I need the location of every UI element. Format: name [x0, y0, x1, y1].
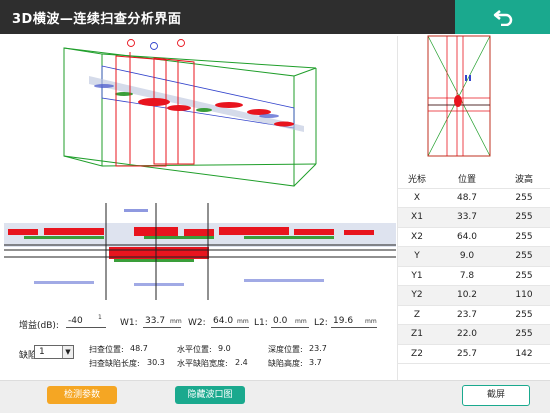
w1-value: 33.7: [145, 316, 166, 326]
cell: Y1: [411, 270, 423, 281]
w2-unit: mm: [237, 318, 249, 325]
cell: 255: [515, 231, 533, 242]
cell: X: [413, 192, 421, 203]
cell: 255: [515, 192, 533, 203]
cell: 255: [515, 329, 533, 340]
cell: 255: [515, 309, 533, 320]
cell: 255: [515, 251, 533, 262]
cell: 25.7: [456, 348, 478, 359]
table-row: Z1 22.0 255: [398, 325, 550, 345]
table-row: X2 64.0 255: [398, 228, 550, 247]
l2-label: L2:: [314, 318, 328, 328]
table-header: 光标 位置 波高: [398, 169, 550, 189]
params-button[interactable]: 检测参数: [47, 386, 117, 404]
table-row: X 48.7 255: [398, 189, 550, 208]
l1-label: L1:: [254, 318, 268, 328]
b-scan-view[interactable]: [4, 203, 396, 300]
cell: 142: [515, 348, 533, 359]
cell: Y: [414, 251, 420, 262]
cell: Z2: [411, 348, 423, 359]
screenshot-button[interactable]: 截屏: [462, 385, 530, 406]
l2-unit: mm: [365, 318, 377, 325]
depth-label: 深度位置:: [268, 345, 303, 354]
header-position: 位置: [457, 174, 476, 185]
gain-step: 1: [98, 314, 102, 321]
cell: X2: [411, 231, 423, 242]
h-width-label: 水平缺陷宽度:: [177, 359, 228, 368]
h-pos-label: 水平位置:: [177, 345, 212, 354]
scan-length-value: 30.3: [147, 358, 165, 367]
3d-volume-view[interactable]: [4, 36, 396, 196]
defect-value: 1: [39, 347, 45, 357]
table-row: Y1 7.8 255: [398, 267, 550, 286]
table-row: X1 33.7 255: [398, 208, 550, 228]
cell: 23.7: [456, 309, 478, 320]
l1-value: 0.0: [273, 316, 288, 326]
header-amplitude: 波高: [514, 174, 533, 185]
w1-label: W1:: [120, 318, 138, 328]
cursor-table: 光标 位置 波高 X 48.7 255 X1 33.7 255 X2 64.0 255 Y 9…: [398, 169, 550, 364]
w1-unit: mm: [170, 318, 182, 325]
cell: 9.0: [459, 251, 475, 262]
table-row: Y 9.0 255: [398, 247, 550, 267]
gain-label: 增益(dB):: [19, 321, 59, 331]
back-arrow-icon: [493, 10, 512, 26]
table-row: Z 23.7 255: [398, 306, 550, 325]
cell: 64.0: [456, 231, 478, 242]
cell: 7.8: [459, 270, 475, 281]
cell: 110: [515, 290, 533, 301]
back-button[interactable]: [455, 0, 550, 34]
page-title: 3D横波—连续扫查分析界面: [12, 12, 182, 27]
cell: 255: [515, 270, 533, 281]
cell: X1: [411, 212, 423, 223]
h-pos-value: 9.0: [218, 344, 231, 353]
l1-unit: mm: [295, 318, 307, 325]
chevron-down-icon: ▼: [62, 346, 73, 358]
cell: Z1: [411, 329, 423, 340]
defect-select[interactable]: 1 ▼: [34, 345, 74, 359]
gain-value: -40: [68, 316, 83, 326]
scan-pos-value: 48.7: [130, 344, 148, 353]
header-cursor: 光标: [407, 174, 426, 185]
scan-length-label: 扫查缺陷长度:: [89, 359, 140, 368]
w2-value: 64.0: [213, 316, 234, 326]
w2-label: W2:: [188, 318, 206, 328]
cell: 33.7: [456, 212, 478, 223]
hide-wave-button[interactable]: 隐藏波口图: [175, 386, 245, 404]
scan-pos-label: 扫查位置:: [89, 345, 124, 354]
top-view[interactable]: [427, 35, 491, 157]
height-label: 缺陷高度:: [268, 359, 303, 368]
cell: 255: [515, 212, 533, 223]
table-row: Y2 10.2 110: [398, 286, 550, 306]
table-row: Z2 25.7 142: [398, 345, 550, 364]
l2-value: 19.6: [333, 316, 354, 326]
cell: Z: [413, 309, 421, 320]
cell: Y2: [411, 290, 423, 301]
depth-value: 23.7: [309, 344, 327, 353]
cell: 48.7: [456, 192, 478, 203]
h-width-value: 2.4: [235, 358, 248, 367]
cell: 10.2: [456, 290, 478, 301]
height-value: 3.7: [309, 358, 322, 367]
cell: 22.0: [456, 329, 478, 340]
